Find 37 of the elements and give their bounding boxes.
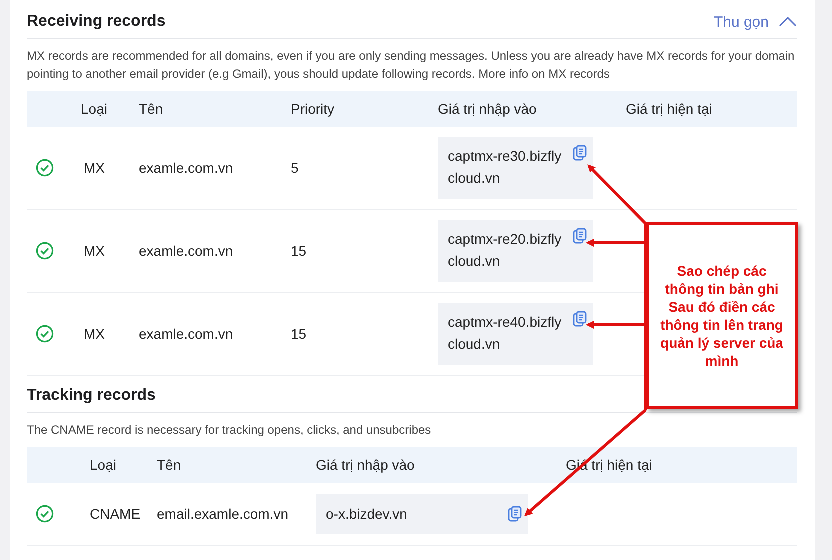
column-header: Tên	[139, 101, 164, 117]
collapse-link[interactable]: Thu gọn	[714, 14, 797, 30]
column-header: Tên	[157, 457, 182, 473]
arrow	[586, 321, 646, 329]
arrow	[586, 239, 646, 247]
table-cell-text: MX	[83, 243, 106, 259]
value-field[interactable]: captmx-re40.bizfly cloud.vn	[438, 303, 593, 365]
column-header: Giá trị nhập vào	[316, 457, 416, 473]
table-cell-text: examle.com.vn	[139, 160, 234, 176]
section-description: MX records are recommended for all domains, even if you are only sending messages. Unless you are already have MX records for your domain pointing to another email provider (e.g Gmail), yous should update following records. More info on MX records	[27, 48, 796, 83]
column-header: Giá trị nhập vào	[438, 101, 538, 117]
column-header: Giá trị hiện tại	[626, 101, 714, 117]
section-description: The CNAME record is necessary for tracking opens, clicks, and unsubcribes	[27, 422, 432, 439]
table-cell-text: 5	[291, 160, 300, 176]
value-field[interactable]: captmx-re20.bizfly cloud.vn	[438, 220, 593, 282]
table-cell-text: email.examle.com.vn	[157, 506, 290, 522]
column-header: Loại	[90, 457, 118, 473]
section-title: Tracking records	[27, 387, 156, 405]
copy-icon[interactable]	[573, 311, 587, 327]
column-header: Loại	[81, 101, 108, 117]
table-cell-text: examle.com.vn	[139, 243, 234, 259]
copy-icon[interactable]	[508, 506, 522, 522]
copy-icon[interactable]	[573, 228, 587, 244]
arrow	[588, 164, 648, 226]
section-title: Receiving records	[27, 13, 166, 31]
table-cell-text: MX	[83, 326, 106, 342]
table-cell-text: 15	[291, 326, 308, 342]
value-field[interactable]: captmx-re30.bizfly cloud.vn	[438, 137, 593, 199]
value-field[interactable]: o-x.bizdev.vn	[316, 494, 528, 534]
table-cell-text: MX	[83, 160, 106, 176]
table-cell-text: CNAME	[90, 506, 142, 522]
table-cell-text: examle.com.vn	[139, 326, 234, 342]
chevron-icon	[779, 17, 797, 27]
copy-icon[interactable]	[573, 145, 587, 161]
annotation-callout: Sao chép các thông tin bản ghi Sau đó điền các thông tin lên trang quản lý server của mình	[646, 222, 798, 409]
table-cell-text: 15	[291, 243, 308, 259]
column-header: Priority	[291, 101, 336, 117]
